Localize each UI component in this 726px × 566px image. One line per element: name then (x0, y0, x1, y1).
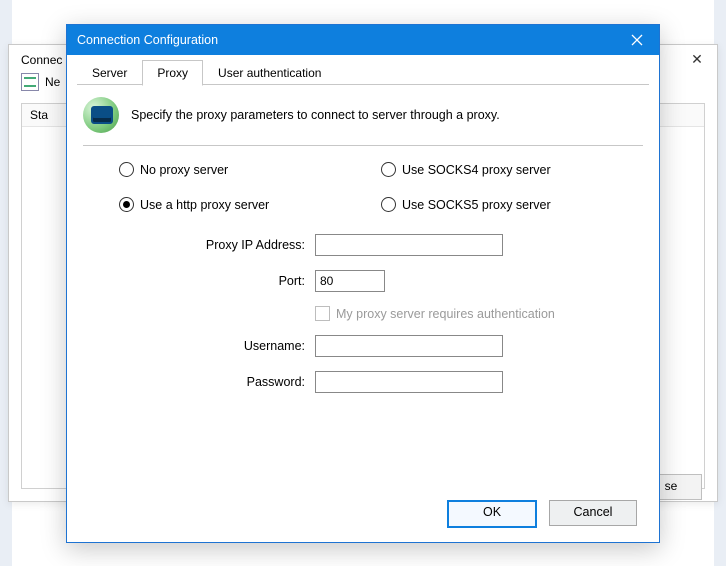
dialog-title: Connection Configuration (77, 33, 218, 47)
auth-checkbox-label: My proxy server requires authentication (336, 307, 555, 321)
username-input[interactable] (315, 335, 503, 357)
close-icon (631, 34, 643, 46)
radio-label: Use SOCKS5 proxy server (402, 198, 551, 212)
auth-checkbox[interactable] (315, 306, 330, 321)
proxy-icon (83, 97, 119, 133)
label-port: Port: (105, 274, 305, 288)
divider (83, 145, 643, 146)
section-description: Specify the proxy parameters to connect … (131, 108, 500, 122)
bg-window-close-icon[interactable]: ✕ (677, 45, 717, 73)
proxy-ip-input[interactable] (315, 234, 503, 256)
tab-proxy[interactable]: Proxy (142, 60, 203, 86)
tabs: Server Proxy User authentication (77, 59, 649, 85)
connection-config-dialog: Connection Configuration Server Proxy Us… (66, 24, 660, 543)
radio-icon (119, 197, 134, 212)
dialog-close-button[interactable] (615, 25, 659, 55)
dialog-titlebar: Connection Configuration (67, 25, 659, 55)
new-document-icon[interactable] (21, 73, 39, 91)
radio-label: Use a http proxy server (140, 198, 269, 212)
radio-label: Use SOCKS4 proxy server (402, 163, 551, 177)
radio-socks5[interactable]: Use SOCKS5 proxy server (381, 197, 643, 212)
bg-new-label: Ne (45, 75, 60, 89)
ok-button[interactable]: OK (447, 500, 537, 528)
proxy-mode-radios: No proxy server Use SOCKS4 proxy server … (77, 162, 649, 212)
cancel-button[interactable]: Cancel (549, 500, 637, 526)
radio-socks4[interactable]: Use SOCKS4 proxy server (381, 162, 643, 177)
radio-icon (381, 197, 396, 212)
proxy-port-input[interactable] (315, 270, 385, 292)
label-proxy-ip: Proxy IP Address: (105, 238, 305, 252)
password-input[interactable] (315, 371, 503, 393)
dialog-body: Server Proxy User authentication Specify… (67, 55, 659, 494)
section-header: Specify the proxy parameters to connect … (77, 85, 649, 145)
tab-server[interactable]: Server (77, 60, 142, 85)
radio-label: No proxy server (140, 163, 228, 177)
proxy-form: Proxy IP Address: Port: My proxy server … (77, 234, 649, 393)
dialog-footer: OK Cancel (67, 494, 659, 542)
radio-icon (119, 162, 134, 177)
radio-icon (381, 162, 396, 177)
tab-user-authentication[interactable]: User authentication (203, 60, 336, 85)
radio-http-proxy[interactable]: Use a http proxy server (119, 197, 381, 212)
label-username: Username: (105, 339, 305, 353)
radio-no-proxy[interactable]: No proxy server (119, 162, 381, 177)
auth-checkbox-row: My proxy server requires authentication (315, 306, 575, 321)
label-password: Password: (105, 375, 305, 389)
